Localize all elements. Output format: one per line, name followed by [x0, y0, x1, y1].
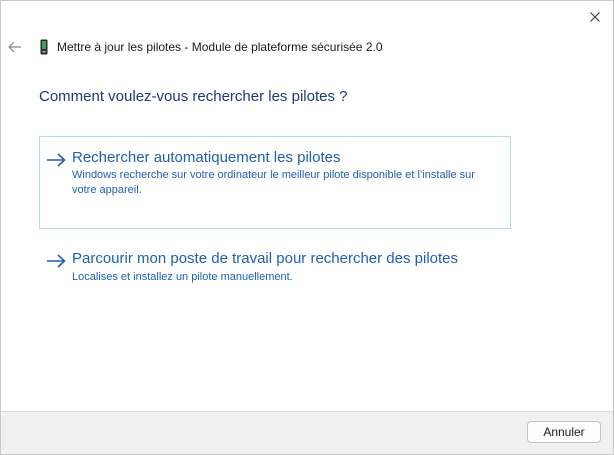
option-title: Rechercher automatiquement les pilotes — [72, 149, 341, 166]
page-heading: Comment voulez-vous rechercher les pilot… — [39, 88, 348, 105]
close-button[interactable] — [577, 1, 613, 33]
right-arrow-icon — [47, 153, 66, 167]
option-description: Localises et installez un pilote manuell… — [72, 271, 293, 283]
title-row: Mettre à jour les pilotes - Module de pl… — [39, 38, 383, 56]
option-title: Parcourir mon poste de travail pour rech… — [72, 250, 459, 267]
right-arrow-icon — [47, 254, 66, 268]
close-icon — [590, 12, 600, 22]
window-title: Mettre à jour les pilotes - Module de pl… — [57, 40, 383, 54]
cancel-button[interactable]: Annuler — [527, 421, 601, 443]
option-browse-computer[interactable]: Parcourir mon poste de travail pour rech… — [39, 244, 511, 304]
option-search-automatically[interactable]: Rechercher automatiquement les pilotes W… — [39, 136, 511, 229]
back-button[interactable] — [5, 37, 25, 57]
option-description: Windows recherche sur votre ordinateur l… — [72, 169, 475, 196]
back-arrow-icon — [8, 41, 21, 53]
dialog-footer: Annuler — [1, 411, 613, 454]
update-drivers-dialog: Mettre à jour les pilotes - Module de pl… — [0, 0, 614, 455]
device-icon — [40, 39, 48, 55]
